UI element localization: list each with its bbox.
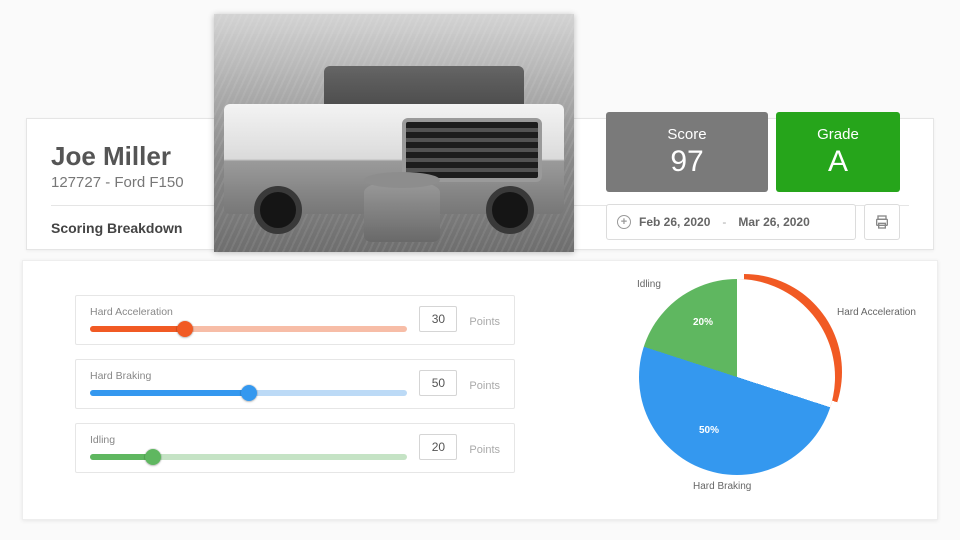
points-label: Points	[469, 316, 500, 328]
slice-label-idle: 20%	[693, 317, 713, 328]
score-box: Score 97	[606, 112, 768, 192]
pie-label-accel: Hard Acceleration	[837, 307, 916, 318]
date-end: Mar 26, 2020	[738, 215, 809, 229]
metric-value-input[interactable]: 30	[419, 306, 457, 332]
slice-label-brake: 50%	[699, 425, 719, 436]
metric-idling: Idling 20 Points	[75, 423, 515, 473]
slider-hard-acceleration[interactable]	[90, 326, 407, 332]
metric-hard-braking: Hard Braking 50 Points	[75, 359, 515, 409]
slider-idling[interactable]	[90, 454, 407, 460]
metric-value-input[interactable]: 50	[419, 370, 457, 396]
date-start: Feb 26, 2020	[639, 215, 710, 229]
score-value: 97	[606, 145, 768, 179]
pie-panel: 30% 50% 20% Hard Acceleration Hard Braki…	[543, 261, 937, 519]
date-separator: -	[718, 215, 730, 229]
metric-label: Idling	[90, 434, 407, 446]
grade-box: Grade A	[776, 112, 900, 192]
slider-hard-braking[interactable]	[90, 390, 407, 396]
scoring-body-card: Hard Acceleration 30 Points Hard Braking…	[22, 260, 938, 520]
date-row: + Feb 26, 2020 - Mar 26, 2020	[606, 204, 900, 240]
points-label: Points	[469, 444, 500, 456]
metric-label: Hard Braking	[90, 370, 407, 382]
slice-label-accel: 30%	[775, 337, 795, 348]
grade-label: Grade	[776, 126, 900, 143]
printer-icon	[874, 214, 890, 230]
vehicle-photo	[214, 14, 574, 252]
plus-circle-icon: +	[617, 215, 631, 229]
grade-value: A	[776, 145, 900, 179]
pie-label-brake: Hard Braking	[693, 481, 751, 492]
score-label: Score	[606, 126, 768, 143]
print-button[interactable]	[864, 204, 900, 240]
points-label: Points	[469, 380, 500, 392]
metric-value-input[interactable]: 20	[419, 434, 457, 460]
metric-label: Hard Acceleration	[90, 306, 407, 318]
sliders-panel: Hard Acceleration 30 Points Hard Braking…	[23, 261, 543, 519]
date-range-picker[interactable]: + Feb 26, 2020 - Mar 26, 2020	[606, 204, 856, 240]
metric-hard-acceleration: Hard Acceleration 30 Points	[75, 295, 515, 345]
pie-label-idle: Idling	[637, 279, 661, 290]
